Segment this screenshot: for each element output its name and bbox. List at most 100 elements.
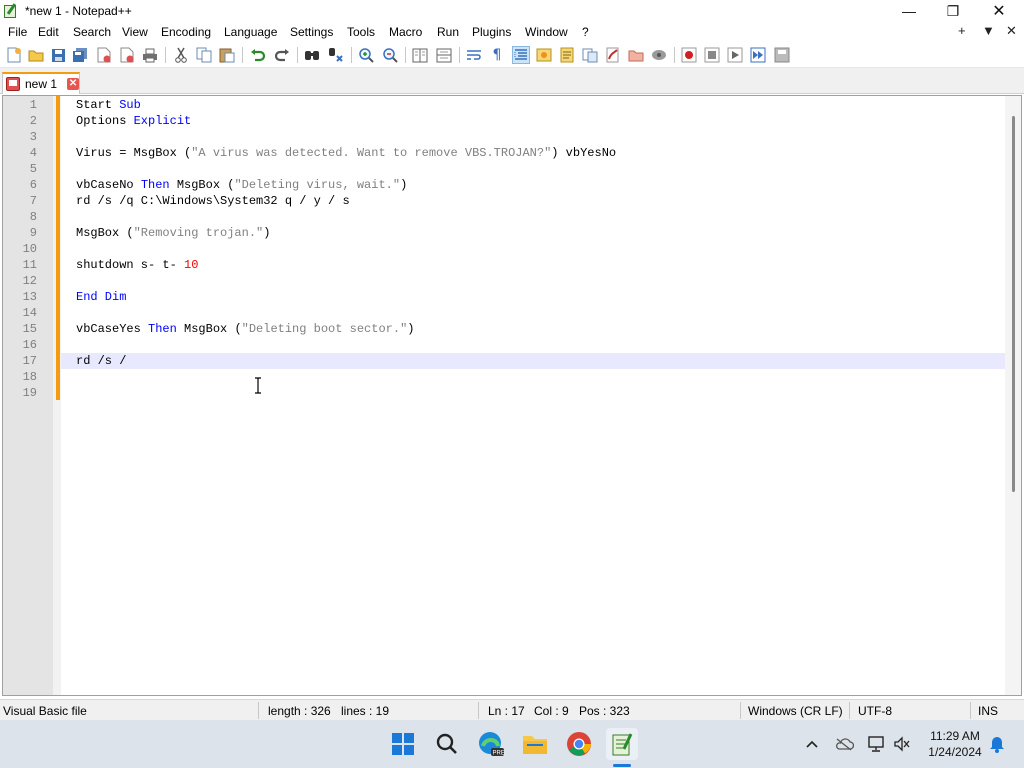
tab-close-button[interactable]: ✕ <box>67 78 80 90</box>
sync-vertical-icon[interactable] <box>411 46 429 64</box>
menu-tools[interactable]: Tools <box>347 25 375 39</box>
word-wrap-icon[interactable] <box>465 46 483 64</box>
function-list-icon[interactable] <box>581 46 599 64</box>
menu-settings[interactable]: Settings <box>290 25 333 39</box>
sync-horizontal-icon[interactable] <box>435 46 453 64</box>
code-line[interactable]: End Dim <box>61 289 1005 305</box>
cut-icon[interactable] <box>172 46 190 64</box>
menu-file[interactable]: File <box>8 25 27 39</box>
find-icon[interactable] <box>303 46 321 64</box>
code-line[interactable]: vbCaseNo Then MsgBox ("Deleting virus, w… <box>61 177 1005 193</box>
eye-icon[interactable] <box>650 46 668 64</box>
line-number[interactable]: 1 <box>3 97 37 113</box>
code-line[interactable]: Options Explicit <box>61 113 1005 129</box>
line-number[interactable]: 16 <box>3 337 37 353</box>
undo-icon[interactable] <box>249 46 267 64</box>
menu-search[interactable]: Search <box>73 25 111 39</box>
vertical-scrollbar[interactable] <box>1005 96 1021 695</box>
encoding-status[interactable]: UTF-8 <box>858 704 892 718</box>
indent-guide-icon[interactable] <box>512 46 530 64</box>
line-number[interactable]: 18 <box>3 369 37 385</box>
copy-icon[interactable] <box>195 46 213 64</box>
editor[interactable]: 1 2 3 4 5 6 7 8 9 10 11 12 13 14 15 16 17 18 19 Start Sub O… <box>2 95 1022 696</box>
show-all-chars-icon[interactable]: ¶ <box>488 46 506 64</box>
replace-icon[interactable] <box>327 46 345 64</box>
code-line[interactable] <box>61 209 1005 225</box>
menu-run[interactable]: Run <box>437 25 459 39</box>
menu-plugins[interactable]: Plugins <box>472 25 511 39</box>
open-file-icon[interactable] <box>27 46 45 64</box>
notification-bell-icon[interactable] <box>987 734 1007 754</box>
file-explorer-icon[interactable] <box>519 728 551 760</box>
new-tab-plus-button[interactable]: + <box>958 23 966 38</box>
tab-list-dropdown-button[interactable]: ▼ <box>982 23 995 38</box>
line-number[interactable]: 11 <box>3 257 37 273</box>
code-line[interactable] <box>61 129 1005 145</box>
line-number[interactable]: 19 <box>3 385 37 401</box>
close-window-button[interactable]: ✕ <box>976 0 1022 22</box>
line-number[interactable]: 7 <box>3 193 37 209</box>
line-number[interactable]: 10 <box>3 241 37 257</box>
code-line[interactable]: rd /s /q C:\Windows\System32 q / y / s <box>61 193 1005 209</box>
code-line[interactable] <box>61 369 1005 385</box>
zoom-in-icon[interactable] <box>357 46 375 64</box>
line-number[interactable]: 3 <box>3 129 37 145</box>
clock[interactable]: 11:29 AM 1/24/2024 <box>918 728 992 760</box>
code-line[interactable]: MsgBox ("Removing trojan.") <box>61 225 1005 241</box>
doc-map-icon[interactable] <box>558 46 576 64</box>
line-number[interactable]: 13 <box>3 289 37 305</box>
line-number[interactable]: 12 <box>3 273 37 289</box>
volume-muted-icon[interactable] <box>892 734 912 754</box>
chrome-icon[interactable] <box>563 728 595 760</box>
scrollbar-thumb[interactable] <box>1012 116 1015 492</box>
cloud-offline-icon[interactable] <box>834 734 854 754</box>
insert-mode-status[interactable]: INS <box>978 704 998 718</box>
tab-new-1[interactable]: new 1 ✕ <box>2 72 80 94</box>
print-icon[interactable] <box>141 46 159 64</box>
line-number[interactable]: 17 <box>3 353 37 369</box>
code-line[interactable] <box>61 337 1005 353</box>
monitoring-icon[interactable] <box>627 46 645 64</box>
line-number[interactable]: 15 <box>3 321 37 337</box>
save-icon[interactable] <box>49 46 67 64</box>
eol-status[interactable]: Windows (CR LF) <box>748 704 843 718</box>
stop-macro-icon[interactable] <box>703 46 721 64</box>
line-number[interactable]: 2 <box>3 113 37 129</box>
udl-icon[interactable] <box>535 46 553 64</box>
close-all-icon[interactable] <box>117 46 135 64</box>
code-line[interactable] <box>61 161 1005 177</box>
code-line[interactable]: shutdown s- t- 10 <box>61 257 1005 273</box>
start-icon[interactable] <box>387 728 419 760</box>
code-line[interactable] <box>61 241 1005 257</box>
notepadpp-icon[interactable] <box>606 728 638 760</box>
record-macro-icon[interactable] <box>680 46 698 64</box>
save-macro-icon[interactable] <box>773 46 791 64</box>
line-number[interactable]: 6 <box>3 177 37 193</box>
code-line[interactable] <box>61 385 1005 401</box>
menu-language[interactable]: Language <box>224 25 277 39</box>
close-tab-x-button[interactable]: ✕ <box>1006 23 1017 39</box>
save-all-icon[interactable] <box>71 46 89 64</box>
menu-encoding[interactable]: Encoding <box>161 25 211 39</box>
line-number[interactable]: 8 <box>3 209 37 225</box>
new-file-icon[interactable] <box>5 46 23 64</box>
folder-as-workspace-icon[interactable] <box>604 46 622 64</box>
line-number[interactable]: 5 <box>3 161 37 177</box>
menu-window[interactable]: Window <box>525 25 568 39</box>
code-line[interactable]: Virus = MsgBox ("A virus was detected. W… <box>61 145 1005 161</box>
menu-view[interactable]: View <box>122 25 148 39</box>
redo-icon[interactable] <box>273 46 291 64</box>
menu-edit[interactable]: Edit <box>38 25 59 39</box>
play-macro-icon[interactable] <box>726 46 744 64</box>
code-line[interactable]: Start Sub <box>61 97 1005 113</box>
line-number[interactable]: 9 <box>3 225 37 241</box>
line-number[interactable]: 4 <box>3 145 37 161</box>
chevron-up-icon[interactable] <box>802 734 822 754</box>
close-icon[interactable] <box>95 46 113 64</box>
zoom-out-icon[interactable] <box>381 46 399 64</box>
code-line[interactable] <box>61 305 1005 321</box>
network-icon[interactable] <box>866 734 886 754</box>
maximize-button[interactable]: ❐ <box>930 0 976 22</box>
search-icon[interactable] <box>431 728 463 760</box>
code-line[interactable]: vbCaseYes Then MsgBox ("Deleting boot se… <box>61 321 1005 337</box>
